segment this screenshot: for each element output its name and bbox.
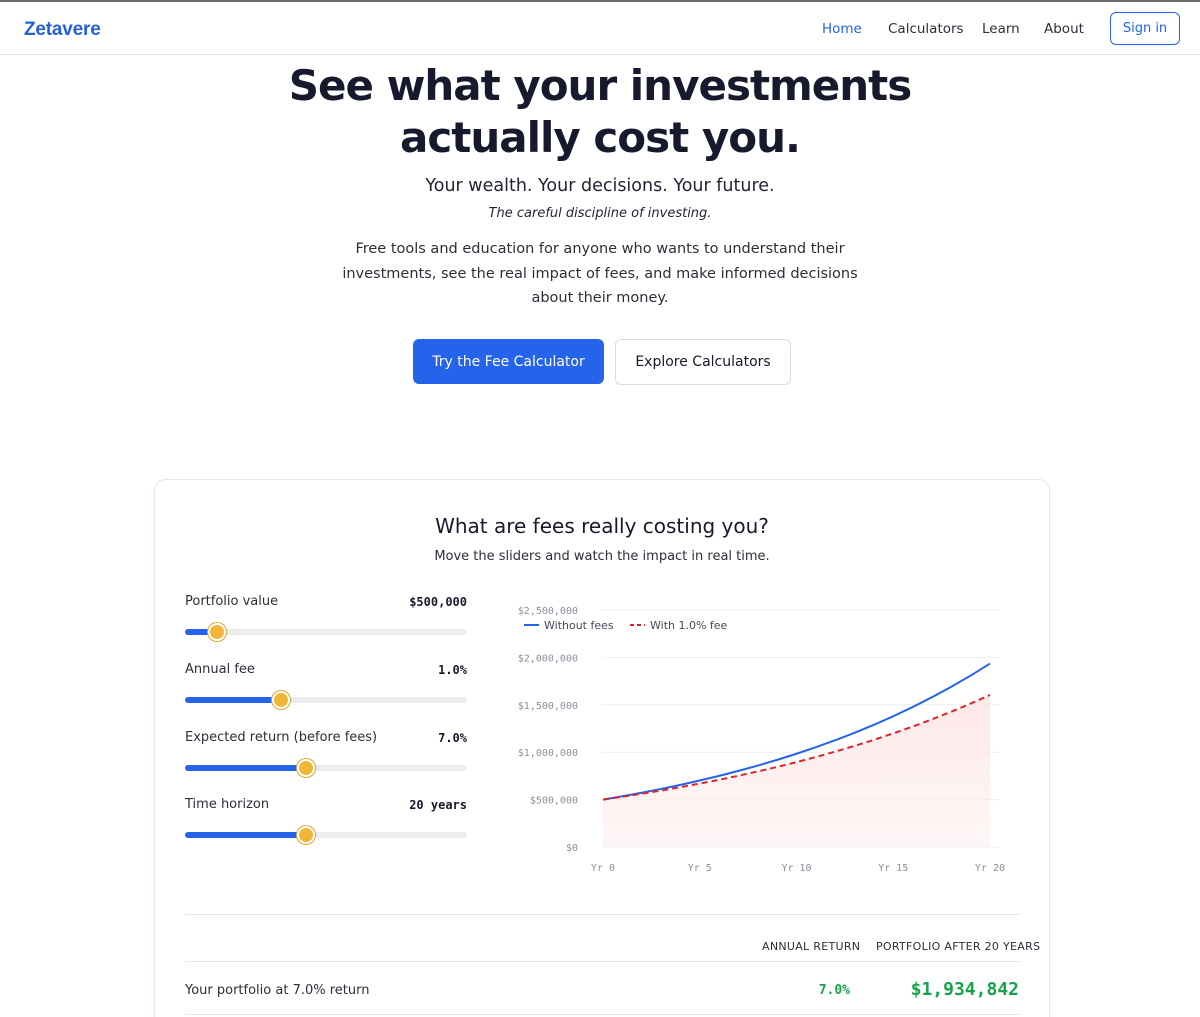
- try-fee-calculator-button[interactable]: Try the Fee Calculator: [413, 339, 604, 384]
- explore-calculators-button[interactable]: Explore Calculators: [615, 339, 791, 385]
- slider-thumb[interactable]: [271, 691, 290, 709]
- x-tick-label: Yr 20: [975, 863, 1005, 874]
- annual-return-header: ANNUAL RETURN: [762, 940, 861, 953]
- sign-in-button[interactable]: Sign in: [1110, 12, 1180, 45]
- expected-return-slider[interactable]: [185, 759, 467, 777]
- hero-subtitle: Your wealth. Your decisions. Your future…: [425, 176, 775, 196]
- slider-fill: [185, 832, 307, 838]
- table-row-divider: [185, 1014, 1020, 1015]
- nav-link-about[interactable]: About: [1044, 21, 1084, 37]
- calculator-title: What are fees really costing you?: [435, 514, 769, 538]
- slider-fill: [185, 697, 281, 703]
- nav-link-learn[interactable]: Learn: [982, 21, 1020, 37]
- hero-title-line-1: See what your investments: [288, 61, 913, 110]
- time-horizon-slider[interactable]: [185, 826, 467, 844]
- x-tick-label: Yr 5: [688, 863, 712, 874]
- hero-title-line-2: actually cost you.: [400, 113, 801, 162]
- slider-fill: [185, 765, 307, 771]
- top-navbar: Zetavere Home Calculators Learn About Si…: [0, 0, 1200, 55]
- y-tick-label: $1,500,000: [518, 701, 578, 712]
- time-horizon-readout: 20 years: [409, 798, 467, 812]
- fee-area-fill: [603, 694, 990, 847]
- calculator-subtitle: Move the sliders and watch the impact in…: [434, 549, 770, 564]
- expected-return-label: Expected return (before fees): [185, 730, 378, 745]
- portfolio-value-slider[interactable]: [185, 623, 467, 641]
- hero-tagline: The careful discipline of investing.: [488, 206, 712, 221]
- time-horizon-label: Time horizon: [185, 797, 270, 812]
- portfolio-value-readout: $500,000: [409, 595, 467, 609]
- legend-label-without-fees: Without fees: [544, 619, 614, 632]
- x-tick-label: Yr 0: [591, 863, 615, 874]
- brand-logo[interactable]: Zetavere: [24, 19, 101, 41]
- x-tick-label: Yr 10: [781, 863, 811, 874]
- expected-return-readout: 7.0%: [438, 731, 467, 745]
- results-divider: [185, 914, 1020, 915]
- portfolio-value-label: Portfolio value: [185, 594, 279, 609]
- annual-fee-label: Annual fee: [185, 662, 255, 677]
- nav-link-home[interactable]: Home: [822, 21, 862, 37]
- legend-label-with-fee: With 1.0% fee: [650, 619, 728, 632]
- portfolio-after-header: PORTFOLIO AFTER 20 YEARS: [876, 940, 1041, 953]
- table-header-divider: [185, 961, 1020, 962]
- annual-fee-slider[interactable]: [185, 691, 467, 709]
- results-row-return: 7.0%: [818, 983, 850, 998]
- y-tick-label: $500,000: [530, 796, 578, 807]
- y-tick-label: $2,000,000: [518, 653, 578, 664]
- results-row-value: $1,934,842: [910, 979, 1019, 1000]
- y-tick-label: $1,000,000: [518, 748, 578, 759]
- y-tick-label: $0: [566, 843, 578, 854]
- hero-title: See what your investments actually cost …: [0, 60, 1200, 164]
- annual-fee-readout: 1.0%: [438, 663, 467, 677]
- y-tick-label: $2,500,000: [518, 606, 578, 617]
- x-tick-label: Yr 15: [878, 863, 908, 874]
- nav-link-calculators[interactable]: Calculators: [888, 21, 964, 37]
- fee-impact-chart: $2,500,000 $2,000,000 $1,500,000 $1,000,000…: [518, 606, 1005, 874]
- results-row-label: Your portfolio at 7.0% return: [185, 983, 370, 998]
- hero-description: Free tools and education for anyone who …: [342, 241, 858, 306]
